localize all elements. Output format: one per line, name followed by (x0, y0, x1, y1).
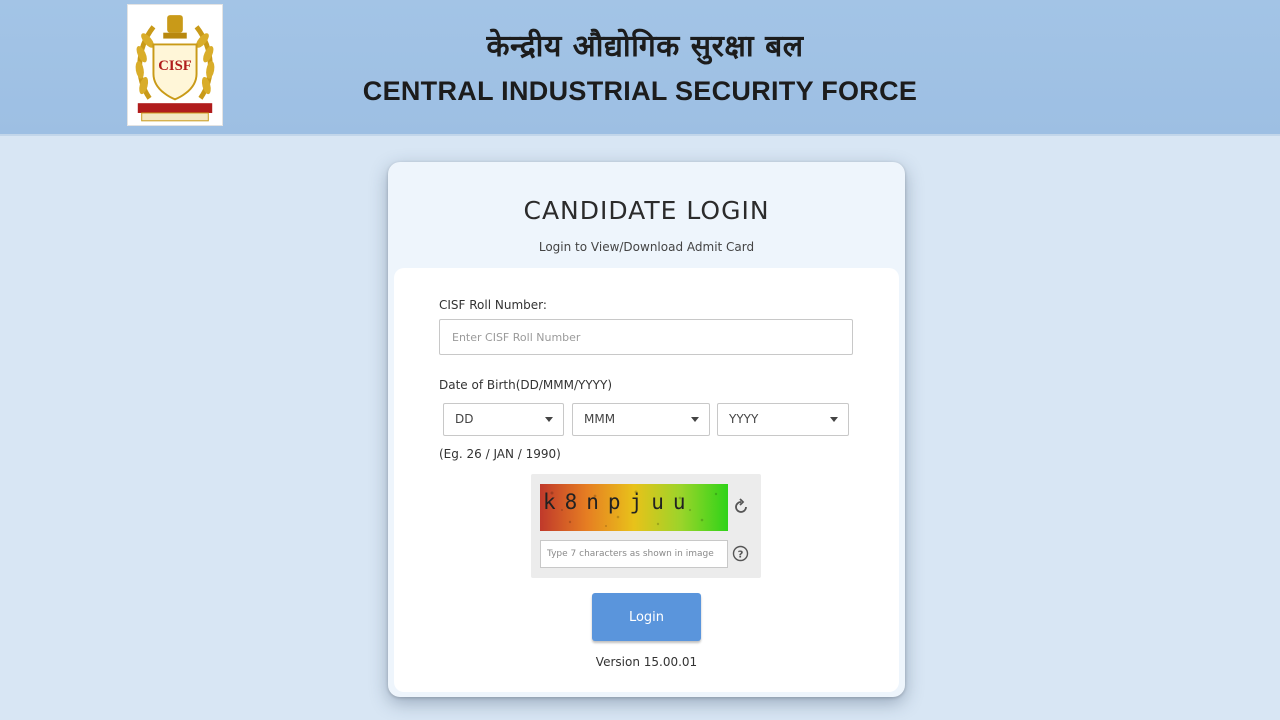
dob-month-select[interactable]: MMM (572, 403, 710, 436)
dob-year-value: YYYY (729, 412, 759, 426)
help-circle-icon[interactable]: ? (732, 545, 749, 562)
login-title: CANDIDATE LOGIN (523, 196, 770, 225)
dob-example-hint: (Eg. 26 / JAN / 1990) (439, 447, 561, 461)
captcha-code: k8npjuu (543, 490, 695, 514)
site-header: CISF केन्द्रीय औद्योगिक सुरक्षा बल CENTR… (0, 0, 1280, 136)
svg-text:?: ? (738, 550, 744, 561)
login-button[interactable]: Login (592, 593, 701, 641)
captcha-panel: k8npjuu ? (531, 474, 761, 578)
login-form: CISF Roll Number: Date of Birth(DD/MMM/Y… (394, 268, 899, 692)
dob-day-value: DD (455, 412, 474, 426)
roll-number-input[interactable] (439, 319, 853, 355)
version-text: Version 15.00.01 (595, 655, 698, 669)
login-card: CANDIDATE LOGIN Login to View/Download A… (388, 162, 905, 697)
dob-label: Date of Birth(DD/MMM/YYYY) (439, 378, 612, 392)
organization-title: केन्द्रीय औद्योगिक सुरक्षा बल CENTRAL IN… (0, 28, 1280, 116)
roll-number-label: CISF Roll Number: (439, 298, 547, 312)
dob-day-select[interactable]: DD (443, 403, 564, 436)
captcha-input[interactable] (540, 540, 728, 568)
captcha-image: k8npjuu (540, 484, 728, 531)
refresh-icon[interactable] (732, 498, 750, 516)
chevron-down-icon (545, 417, 553, 422)
org-name-hindi: केन्द्रीय औद्योगिक सुरक्षा बल (486, 29, 804, 64)
org-name-english: CENTRAL INDUSTRIAL SECURITY FORCE (362, 76, 918, 106)
login-subtitle: Login to View/Download Admit Card (538, 240, 755, 254)
dob-year-select[interactable]: YYYY (717, 403, 849, 436)
dob-month-value: MMM (584, 412, 616, 426)
chevron-down-icon (691, 417, 699, 422)
chevron-down-icon (830, 417, 838, 422)
